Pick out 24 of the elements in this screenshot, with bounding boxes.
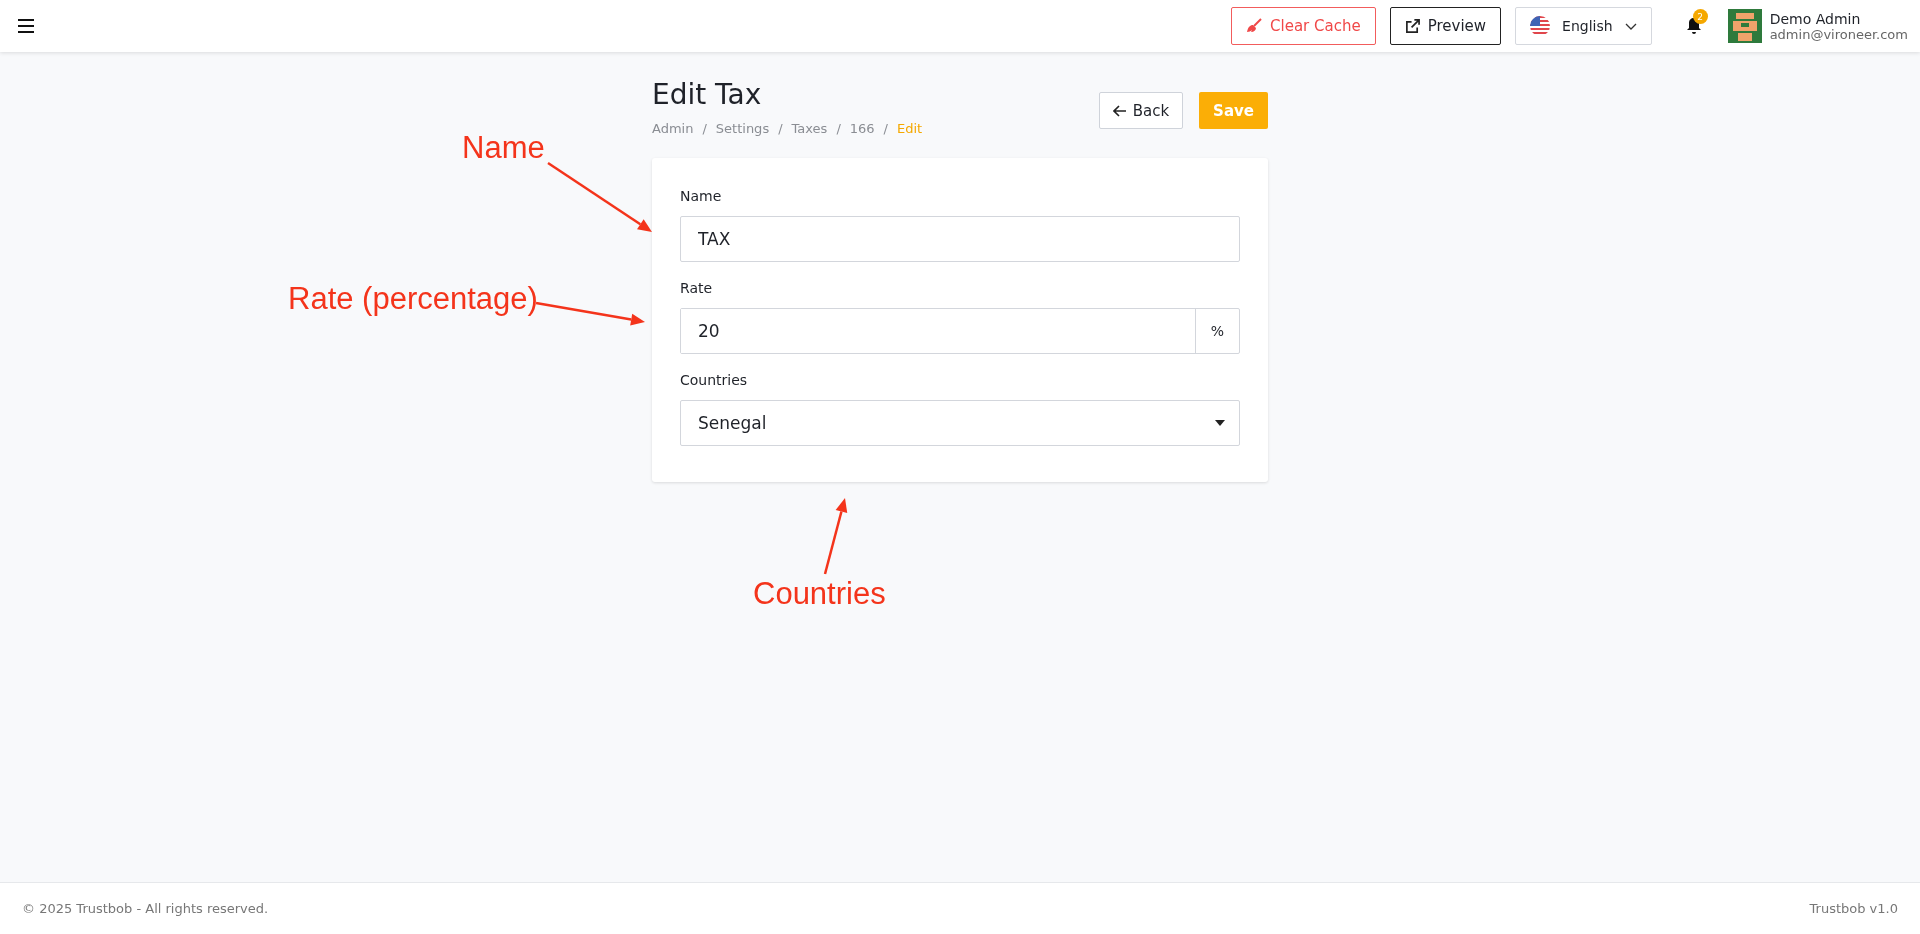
annotation-label: Rate (percentage) <box>288 281 538 317</box>
page-title: Edit Tax <box>652 78 763 111</box>
user-name: Demo Admin <box>1769 10 1862 27</box>
rate-input[interactable]: 20 % <box>680 308 1240 354</box>
field-label: Countries <box>680 372 749 388</box>
breadcrumb-separator: / <box>778 121 783 136</box>
input-addon: % <box>1195 309 1239 353</box>
user-email: admin@vironeer.com <box>1769 26 1908 42</box>
annotation-label: Countries <box>753 576 886 612</box>
copyright-text: © 2025 Trustbob - All rights reserved. <box>22 901 269 916</box>
field-label: Rate <box>680 280 714 296</box>
version-text: Trustbob v1.0 <box>1809 901 1898 916</box>
preview-button[interactable]: Preview <box>1389 7 1502 45</box>
breadcrumb-separator: / <box>883 121 888 136</box>
back-button[interactable]: Back <box>1098 92 1184 129</box>
breadcrumb-separator: / <box>836 121 841 136</box>
field-label: Name <box>680 188 723 204</box>
select-field[interactable]: Senegal <box>680 400 1240 446</box>
language-select[interactable]: English <box>1515 7 1652 45</box>
notification-badge: 2 <box>1692 9 1708 24</box>
text-input[interactable]: TAX <box>680 216 1240 262</box>
breadcrumb-separator: / <box>702 121 707 136</box>
clear-cache-button[interactable]: Clear Cache <box>1231 7 1376 45</box>
annotation-label: Name <box>462 130 545 166</box>
